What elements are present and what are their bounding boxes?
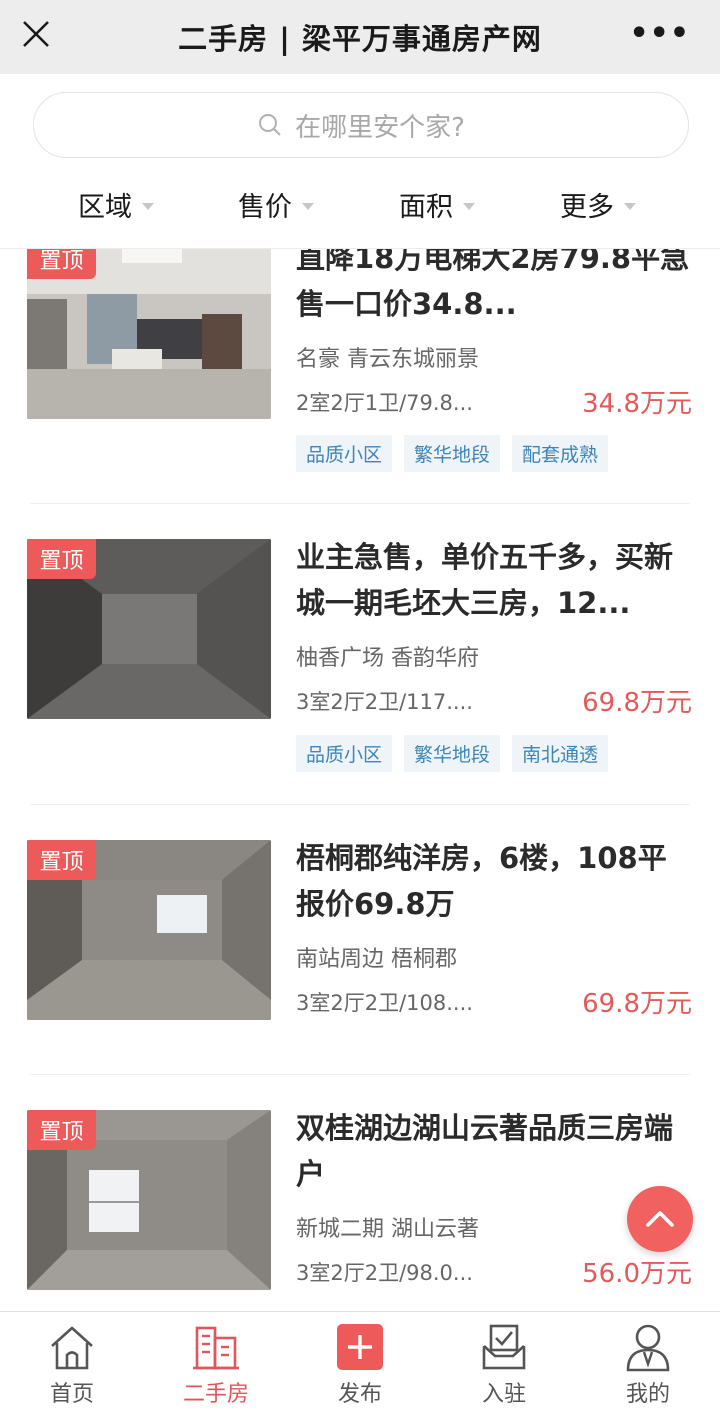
building-icon [193,1326,239,1370]
title-bar: 二手房 | 梁平万事通房产网 ••• [0,0,720,74]
listing-list: 置顶 直降18万电梯大2房79.8平急售一口价34.8... 名豪 青云东城丽景… [0,249,720,1311]
more-icon[interactable]: ••• [629,19,690,49]
tab-join-label: 入驻 [481,1382,526,1407]
listing-title: 直降18万电梯大2房79.8平急售一口价34.8... [296,249,690,321]
tab-home[interactable]: 首页 [0,1312,144,1415]
tag: 南北通透 [512,735,609,772]
listing-location: 南站周边 梧桐郡 [296,947,457,972]
user-icon [626,1324,670,1372]
page-title: 二手房 | 梁平万事通房产网 [178,22,542,56]
back-to-top-button[interactable] [627,1186,693,1252]
listing-price: 34.8万元 [582,389,692,419]
tab-join[interactable]: 入驻 [432,1312,576,1415]
tab-mine[interactable]: 我的 [576,1312,720,1415]
bottom-nav: 首页 二手房 发布 入驻 我的 [0,1311,720,1415]
filter-region-label: 区域 [78,191,132,223]
listing-spec: 2室2厅1卫/79.8... [296,391,473,415]
search-input[interactable]: 在哪里安个家? [33,92,689,158]
chevron-up-icon [646,1211,674,1227]
pinned-badge: 置顶 [27,1110,96,1150]
caret-down-icon [624,202,636,210]
pinned-badge: 置顶 [27,249,96,279]
listing-item[interactable]: 置顶 梧桐郡纯洋房，6楼，108平报价69.8万 南站周边 梧桐郡 3室2厅2卫… [0,805,720,1075]
listing-title: 双桂湖边湖山云著品质三房端户 [296,1111,674,1191]
filter-more-label: 更多 [560,191,614,223]
tag: 品质小区 [296,435,393,472]
tab-mine-label: 我的 [625,1382,670,1407]
filter-area[interactable]: 面积 [399,178,475,230]
listing-location: 柚香广场 香韵华府 [296,646,479,671]
filter-bar: 区域 售价 面积 更多 [0,178,720,230]
listing-photo: 置顶 [27,539,271,719]
listing-item[interactable]: 置顶 直降18万电梯大2房79.8平急售一口价34.8... 名豪 青云东城丽景… [0,249,720,503]
plus-icon [337,1324,383,1370]
filter-price-label: 售价 [238,191,292,223]
search-placeholder: 在哪里安个家? [295,112,465,143]
listing-photo: 置顶 [27,840,271,1020]
tab-second-hand[interactable]: 二手房 [144,1312,288,1415]
listing-spec: 3室2厅2卫/117.... [296,690,473,714]
tab-publish-label: 发布 [337,1382,382,1407]
listing-spec: 3室2厅2卫/108.... [296,991,473,1015]
close-icon[interactable] [20,18,52,50]
inbox-check-icon [482,1324,526,1370]
filter-region[interactable]: 区域 [78,178,154,230]
tag: 繁华地段 [404,735,501,772]
listing-price: 69.8万元 [582,989,692,1019]
caret-down-icon [142,202,154,210]
listing-price: 69.8万元 [582,688,692,718]
listing-location: 新城二期 湖山云著 [296,1217,479,1242]
home-icon [51,1326,93,1370]
search-icon [259,114,281,136]
tag: 繁华地段 [404,435,501,472]
listing-photo: 置顶 [27,1110,271,1290]
caret-down-icon [302,202,314,210]
listing-title: 业主急售，单价五千多，买新城一期毛坯大三房，12... [296,540,674,620]
listing-photo: 置顶 [27,249,271,419]
tag: 配套成熟 [512,435,609,472]
listing-title: 梧桐郡纯洋房，6楼，108平报价69.8万 [296,841,667,921]
filter-more[interactable]: 更多 [560,178,636,230]
pinned-badge: 置顶 [27,539,96,579]
filter-area-label: 面积 [399,191,453,223]
caret-down-icon [463,202,475,210]
listing-item[interactable]: 置顶 业主急售，单价五千多，买新城一期毛坯大三房，12... 柚香广场 香韵华府… [0,504,720,804]
tag: 品质小区 [296,735,393,772]
listing-spec: 3室2厅2卫/98.0... [296,1261,473,1285]
listing-item[interactable]: 置顶 双桂湖边湖山云著品质三房端户 新城二期 湖山云著 3室2厅2卫/98.0.… [0,1075,720,1311]
listing-location: 名豪 青云东城丽景 [296,347,479,372]
tab-publish[interactable]: 发布 [288,1312,432,1415]
pinned-badge: 置顶 [27,840,96,880]
listing-price: 56.0万元 [582,1259,692,1289]
listing-tags: 品质小区 繁华地段 配套成熟 [296,435,609,472]
tab-home-label: 首页 [49,1382,94,1407]
tab-second-hand-label: 二手房 [182,1382,249,1407]
filter-price[interactable]: 售价 [238,178,314,230]
listing-tags: 品质小区 繁华地段 南北通透 [296,735,609,772]
